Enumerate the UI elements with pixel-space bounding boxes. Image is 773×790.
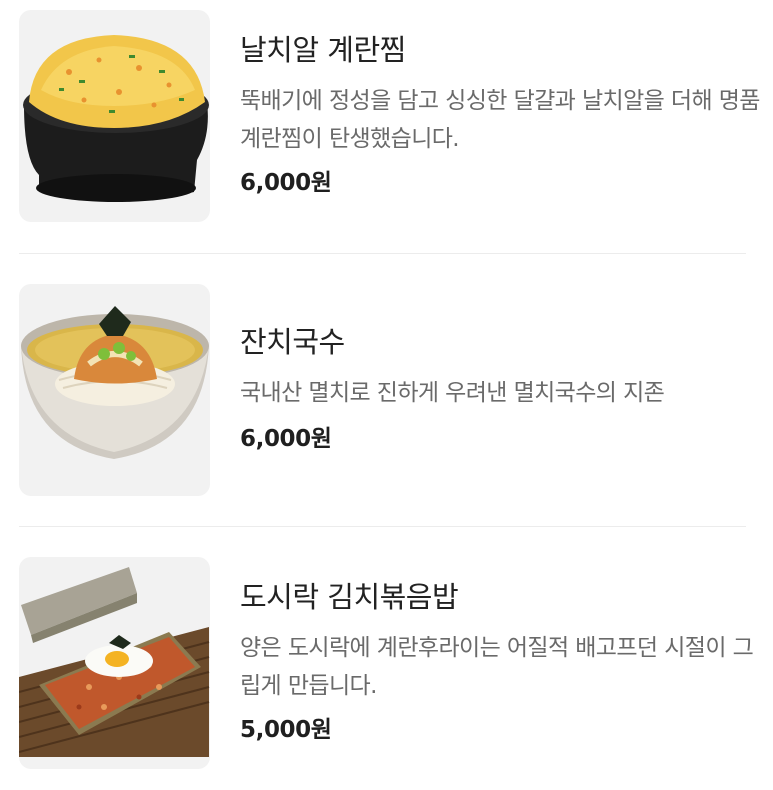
noodle-soup-icon <box>21 306 209 459</box>
menu-item-name: 도시락 김치볶음밥 <box>240 580 459 614</box>
divider <box>19 253 746 254</box>
menu-item-description: 뚝배기에 정성을 담고 싱싱한 달걀과 날치알을 더해 명품 계란찜이 탄생했습… <box>240 88 760 152</box>
menu-item-steamed-egg[interactable]: 날치알 계란찜 뚝배기에 정성을 담고 싱싱한 달걀과 날치알을 더해 명품 계… <box>19 10 760 222</box>
menu-item-name: 잔치국수 <box>240 325 345 359</box>
steamed-egg-icon <box>23 35 209 202</box>
menu-item-image[interactable] <box>19 557 210 769</box>
menu-item-description: 양은 도시락에 계란후라이는 어질적 배고프던 시절이 그립게 만듭니다. <box>240 635 754 699</box>
menu-item-janchi-noodles[interactable]: 잔치국수 국내산 멸치로 진하게 우려낸 멸치국수의 지존 6,000원 <box>19 284 746 496</box>
menu-item-kimchi-fried-rice[interactable]: 도시락 김치볶음밥 양은 도시락에 계란후라이는 어질적 배고프던 시절이 그립… <box>19 557 754 769</box>
divider <box>19 526 746 527</box>
menu-list: 날치알 계란찜 뚝배기에 정성을 담고 싱싱한 달걀과 날치알을 더해 명품 계… <box>0 0 773 790</box>
menu-item-description: 국내산 멸치로 진하게 우려낸 멸치국수의 지존 <box>240 380 665 406</box>
menu-item-name: 날치알 계란찜 <box>240 33 406 67</box>
menu-item-image[interactable] <box>19 10 210 222</box>
menu-item-price: 6,000원 <box>240 170 332 196</box>
menu-item-image[interactable] <box>19 284 210 496</box>
kimchi-fried-rice-icon <box>19 567 210 757</box>
menu-item-price: 5,000원 <box>240 717 332 743</box>
menu-item-price: 6,000원 <box>240 426 332 452</box>
